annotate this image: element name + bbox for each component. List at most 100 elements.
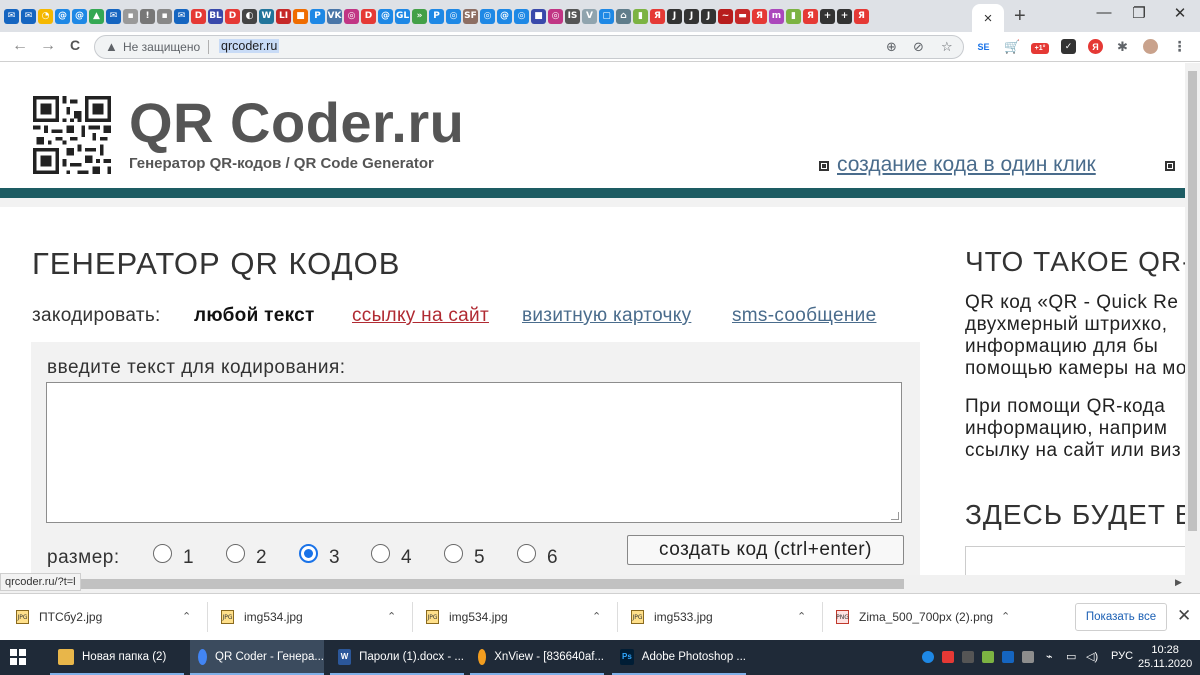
tab-favicon[interactable]: @ xyxy=(55,8,70,24)
windows-start-icon[interactable] xyxy=(10,649,26,665)
tab-favicon[interactable]: ■ xyxy=(531,8,546,24)
network-icon[interactable]: ⌁ xyxy=(1046,650,1053,663)
tab-favicon[interactable]: ✉ xyxy=(106,8,121,24)
qr-logo-icon[interactable] xyxy=(33,96,111,174)
tab-favicon[interactable]: ▢ xyxy=(599,8,614,24)
tab-favicon[interactable]: » xyxy=(412,8,427,24)
tab-favicon[interactable]: W xyxy=(259,8,274,24)
download-options-chevron-icon[interactable]: ⌃ xyxy=(592,610,601,623)
show-all-downloads-button[interactable]: Показать все xyxy=(1075,603,1167,631)
tray-app-icon[interactable] xyxy=(962,651,974,663)
input-language[interactable]: РУС xyxy=(1111,650,1133,662)
mail-extension-icon[interactable]: ✓ xyxy=(1061,39,1076,54)
yandex-extension-icon[interactable]: Я xyxy=(1088,39,1103,54)
download-options-chevron-icon[interactable]: ⌃ xyxy=(182,610,191,623)
tab-favicon[interactable]: D xyxy=(361,8,376,24)
tab-favicon[interactable]: D xyxy=(225,8,240,24)
tab-favicon[interactable]: ▮ xyxy=(786,8,801,24)
profile-avatar[interactable] xyxy=(1143,39,1158,54)
tab-favicon[interactable]: LI xyxy=(276,8,291,24)
se-extension-icon[interactable]: SE xyxy=(976,39,991,54)
tab-favicon[interactable]: ~ xyxy=(718,8,733,24)
new-tab-button[interactable]: + xyxy=(1014,5,1026,28)
tab-favicon[interactable]: J xyxy=(667,8,682,24)
close-downloads-bar-icon[interactable]: ✕ xyxy=(1177,606,1191,626)
tab-favicon[interactable]: J xyxy=(684,8,699,24)
horizontal-scrollbar[interactable]: ▶ xyxy=(0,575,1185,593)
tab-favicon[interactable]: @ xyxy=(378,8,393,24)
tab-favicon[interactable]: ◎ xyxy=(446,8,461,24)
monitor-icon[interactable]: ▭ xyxy=(1066,650,1076,663)
tab-favicon[interactable]: @ xyxy=(72,8,87,24)
tab-favicon[interactable]: J xyxy=(701,8,716,24)
tab-favicon[interactable]: ▬ xyxy=(735,8,750,24)
generate-code-button[interactable]: создать код (ctrl+enter) xyxy=(627,535,904,565)
tab-favicon[interactable]: Я xyxy=(854,8,869,24)
text-to-encode-input[interactable] xyxy=(46,382,902,523)
size-radio-5[interactable] xyxy=(444,544,463,563)
tab-favicon[interactable]: D xyxy=(191,8,206,24)
reload-button[interactable]: C xyxy=(65,37,85,53)
encode-option-sms[interactable]: sms-сообщение xyxy=(732,305,876,327)
vertical-scroll-thumb[interactable] xyxy=(1188,71,1197,531)
maximize-button[interactable]: ❐ xyxy=(1116,4,1162,22)
security-status[interactable]: Не защищено xyxy=(123,40,200,54)
size-radio-6[interactable] xyxy=(517,544,536,563)
tab-favicon[interactable]: ▪ xyxy=(123,8,138,24)
site-logo-title[interactable]: QR Coder.ru xyxy=(129,90,464,155)
download-options-chevron-icon[interactable]: ⌃ xyxy=(1001,610,1010,623)
tab-favicon[interactable]: P xyxy=(429,8,444,24)
download-item[interactable]: JPG ПТСбу2.jpg xyxy=(16,594,102,640)
forward-button[interactable]: → xyxy=(38,37,58,55)
tab-favicon[interactable]: ✉ xyxy=(174,8,189,24)
encode-option-any-text[interactable]: любой текст xyxy=(194,305,315,327)
tab-favicon[interactable]: ⌂ xyxy=(616,8,631,24)
download-options-chevron-icon[interactable]: ⌃ xyxy=(387,610,396,623)
address-bar[interactable]: ▲ Не защищено qrcoder.ru ⊕ ⊘ ☆ xyxy=(94,35,964,59)
taskbar-item-chrome[interactable]: QR Coder - Генера... xyxy=(190,640,324,675)
tab-favicon[interactable]: ◐ xyxy=(242,8,257,24)
tray-app-icon[interactable] xyxy=(1002,651,1014,663)
weather-extension-icon[interactable]: +1° xyxy=(1031,43,1049,54)
tab-favicon[interactable]: Я xyxy=(803,8,818,24)
tab-favicon[interactable]: BL xyxy=(208,8,223,24)
vertical-scrollbar[interactable] xyxy=(1185,63,1200,593)
volume-icon[interactable]: ◁) xyxy=(1086,650,1098,663)
size-radio-4[interactable] xyxy=(371,544,390,563)
tracking-blocked-icon[interactable]: ⊘ xyxy=(913,39,924,55)
download-options-chevron-icon[interactable]: ⌃ xyxy=(797,610,806,623)
tab-favicon[interactable]: V xyxy=(582,8,597,24)
tab-favicon[interactable]: ▲ xyxy=(89,8,104,24)
browser-menu-icon[interactable]: ⋮ xyxy=(1172,38,1187,54)
taskbar-clock[interactable]: 10:28 25.11.2020 xyxy=(1138,643,1192,671)
tab-favicon[interactable]: ◎ xyxy=(480,8,495,24)
warning-icon[interactable]: ▲ xyxy=(105,39,118,54)
tab-favicon[interactable]: ! xyxy=(140,8,155,24)
tab-favicon[interactable]: @ xyxy=(497,8,512,24)
tab-favicon[interactable]: VK xyxy=(327,8,342,24)
size-radio-2[interactable] xyxy=(226,544,245,563)
download-item[interactable]: JPG img534.jpg xyxy=(426,594,508,640)
zoom-icon[interactable]: ⊕ xyxy=(886,39,897,55)
encode-option-link[interactable]: ссылку на сайт xyxy=(352,305,489,327)
tab-favicon[interactable]: ■ xyxy=(293,8,308,24)
size-radio-1[interactable] xyxy=(153,544,172,563)
taskbar-item-photoshop[interactable]: Ps Adobe Photoshop ... xyxy=(612,640,746,675)
tab-favicon[interactable]: ◎ xyxy=(344,8,359,24)
tab-favicon[interactable]: ▮ xyxy=(633,8,648,24)
scroll-right-arrow-icon[interactable]: ▶ xyxy=(1175,577,1182,588)
tab-favicon[interactable]: Я xyxy=(752,8,767,24)
tab-favicon[interactable]: ▪ xyxy=(157,8,172,24)
tab-favicon[interactable]: + xyxy=(820,8,835,24)
tab-favicon[interactable]: ◎ xyxy=(514,8,529,24)
taskbar-item-xnview[interactable]: XnView - [836640af... xyxy=(470,640,604,675)
tray-app-icon[interactable] xyxy=(922,651,934,663)
tab-favicon[interactable]: ◔ xyxy=(38,8,53,24)
extensions-puzzle-icon[interactable]: ✱ xyxy=(1115,39,1130,54)
tab-favicon[interactable]: ◎ xyxy=(548,8,563,24)
tab-favicon[interactable]: m xyxy=(769,8,784,24)
tab-favicon[interactable]: Я xyxy=(650,8,665,24)
tray-app-icon[interactable] xyxy=(982,651,994,663)
url-text[interactable]: qrcoder.ru xyxy=(219,39,280,53)
tray-app-icon[interactable] xyxy=(1022,651,1034,663)
